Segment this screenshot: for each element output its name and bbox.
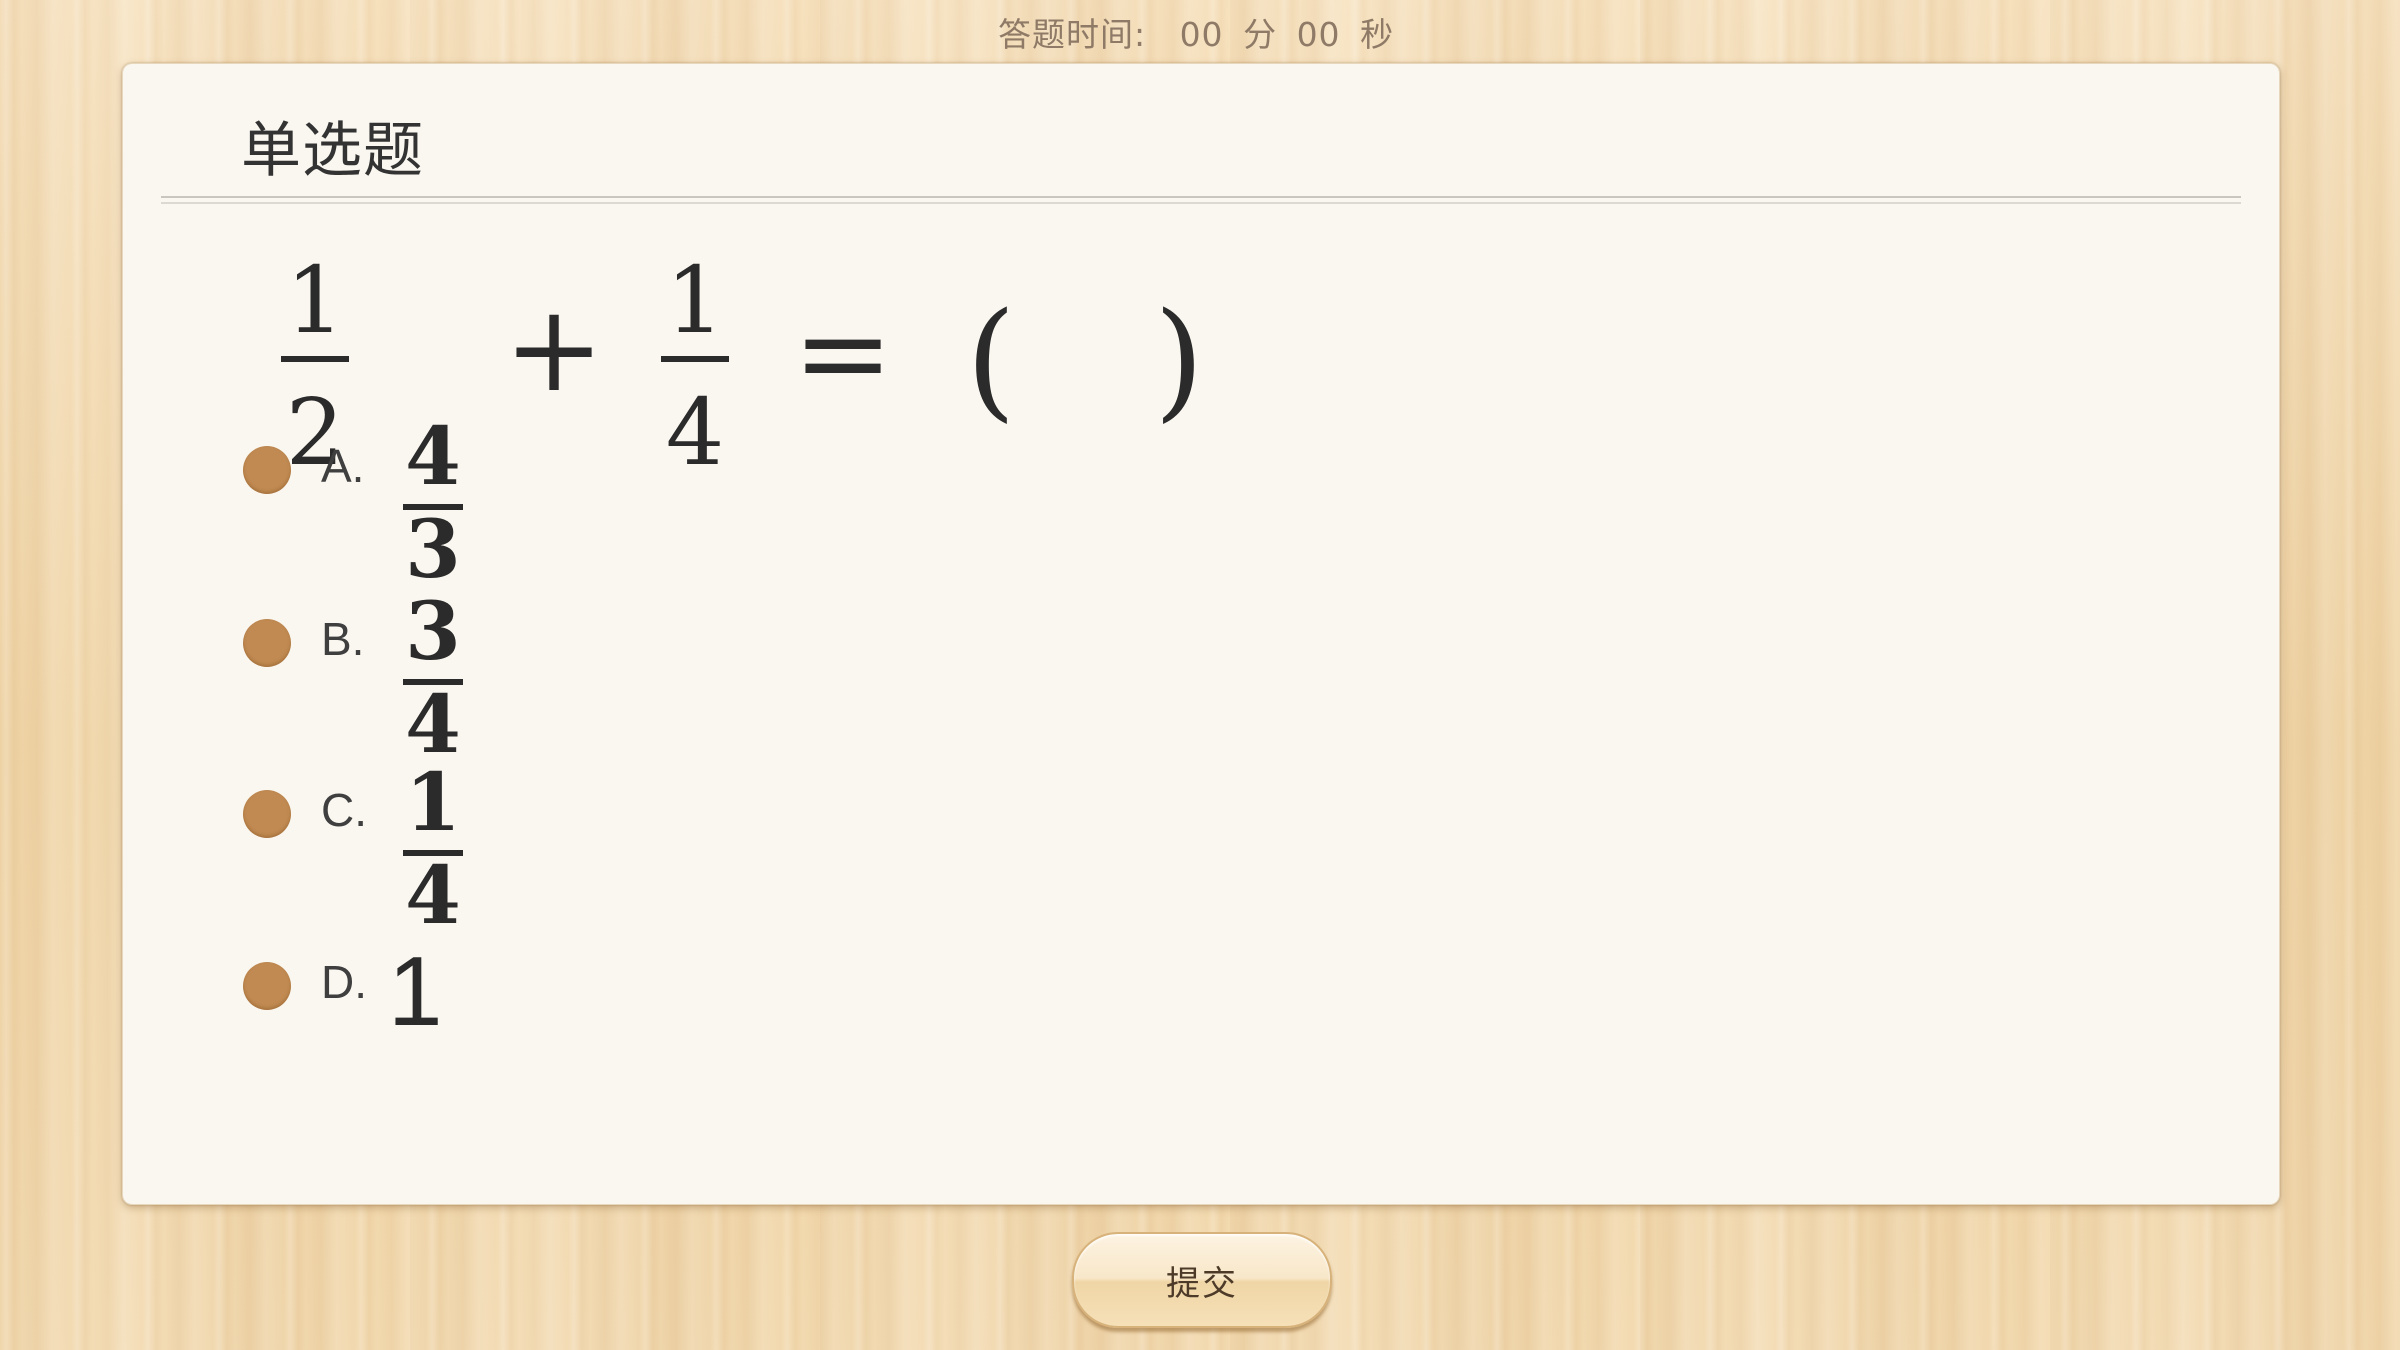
option-b-denominator: 4 [405, 677, 461, 757]
timer-label: 答题时间: [997, 15, 1147, 54]
option-c-numerator: 1 [405, 758, 461, 849]
option-a-numerator: 4 [405, 412, 461, 503]
option-d-letter: D. [321, 956, 367, 1008]
option-b-numerator: 3 [405, 587, 461, 678]
option-a-fraction: 4 3 [403, 412, 463, 582]
answer-timer: 答题时间: 00 分 00 秒 [0, 8, 2400, 56]
term2-fraction-bar [661, 356, 729, 362]
open-paren: ( [966, 286, 1016, 435]
option-b-fraction: 3 4 [403, 587, 463, 757]
question-card: 单选题 1 2 + 1 4 = ( ) A. 4 3 B. 3 4 C. 1 4… [122, 63, 2280, 1205]
option-c-denominator: 4 [405, 848, 461, 928]
plus-operator: + [504, 280, 605, 419]
timer-seconds: 00 [1296, 15, 1341, 54]
option-a-denominator: 3 [405, 502, 461, 582]
option-a-radio[interactable] [243, 446, 291, 494]
option-a-letter: A. [321, 440, 365, 492]
term1-numerator: 1 [286, 247, 345, 354]
equals-sign: = [793, 284, 894, 423]
title-divider [161, 196, 2241, 204]
option-b-letter: B. [321, 613, 365, 665]
term2-denominator: 4 [666, 379, 725, 474]
option-d-value: 1 [388, 936, 443, 1046]
question-type-title: 单选题 [241, 116, 424, 186]
timer-minutes: 00 [1179, 15, 1224, 54]
option-c-fraction: 1 4 [403, 758, 463, 928]
option-d-radio[interactable] [243, 962, 291, 1010]
term1-fraction-bar [281, 356, 349, 362]
timer-seconds-unit: 秒 [1360, 15, 1395, 54]
term2-numerator: 1 [666, 247, 725, 354]
submit-button[interactable]: 提交 [1072, 1232, 1332, 1328]
option-b-radio[interactable] [243, 619, 291, 667]
option-c-letter: C. [321, 784, 367, 836]
timer-minutes-unit: 分 [1243, 15, 1278, 54]
option-c-radio[interactable] [243, 790, 291, 838]
close-paren: ) [1154, 286, 1204, 435]
